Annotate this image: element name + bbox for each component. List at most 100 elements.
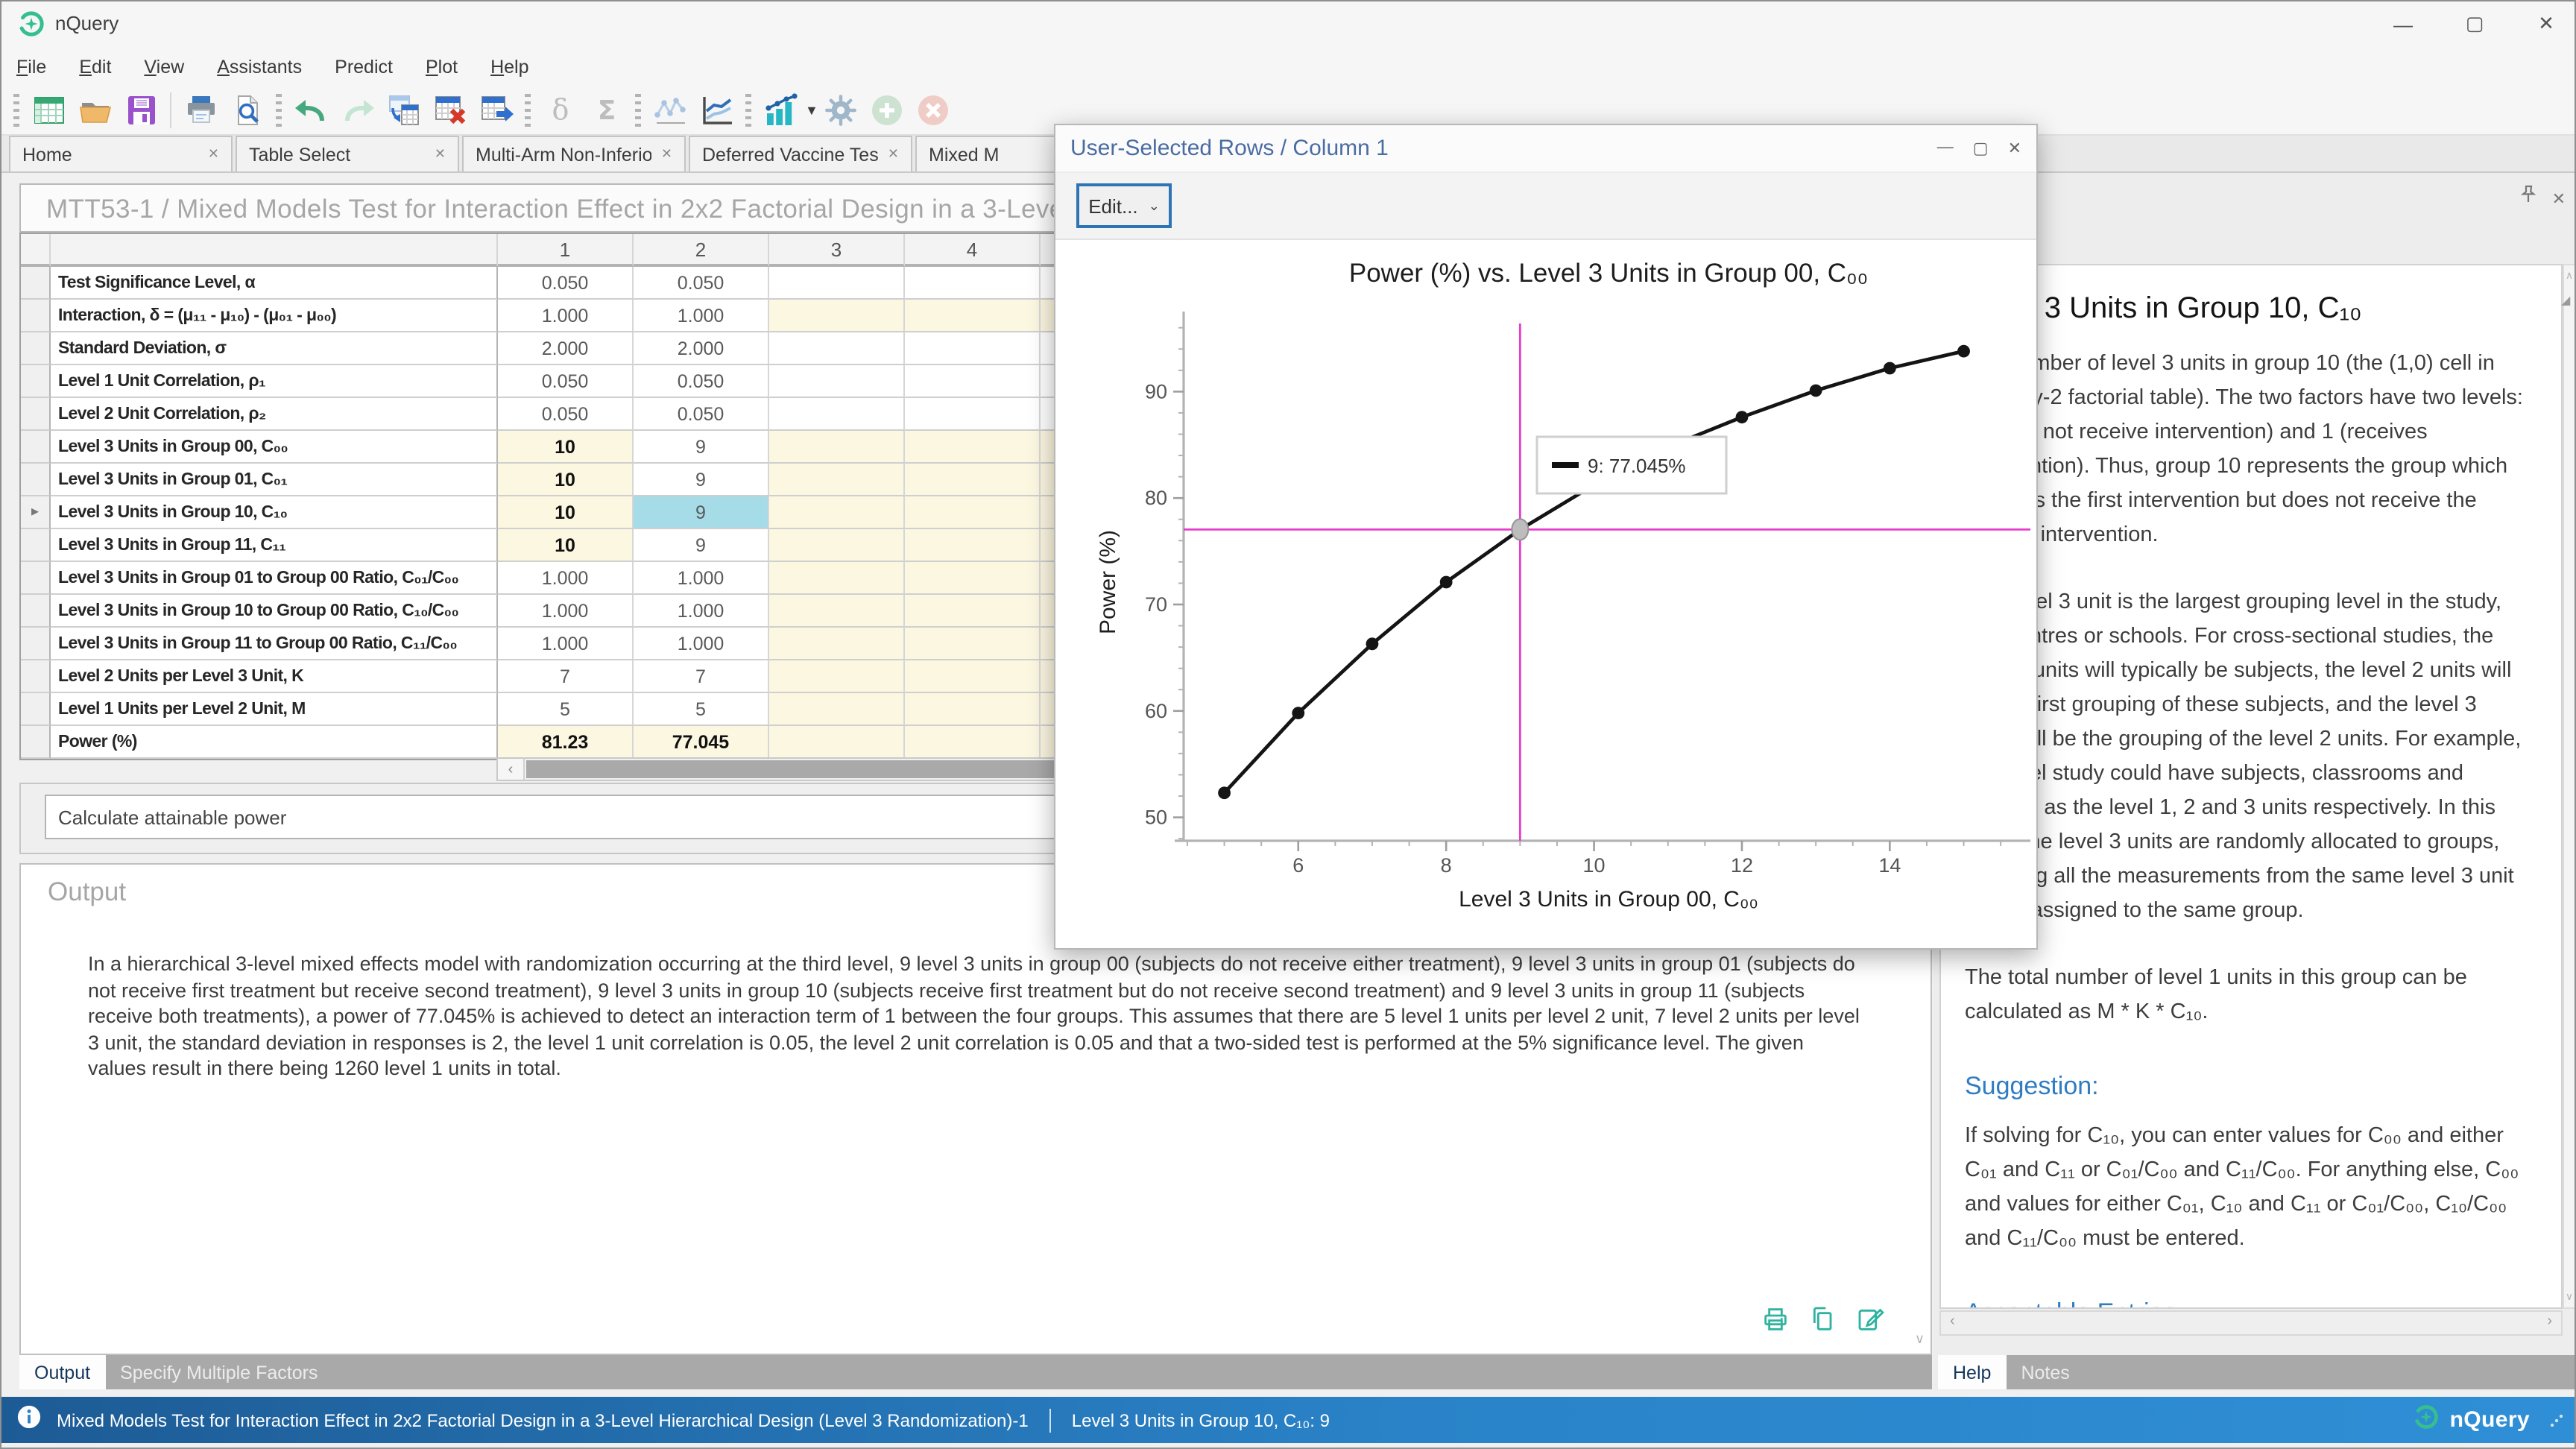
value-cell[interactable]: 0.050 — [634, 398, 769, 431]
menu-view[interactable]: View — [144, 57, 184, 78]
scroll-right-icon[interactable]: › — [2547, 1313, 2552, 1330]
row-marker[interactable] — [21, 693, 51, 726]
row-label[interactable]: Level 2 Unit Correlation, ρ₂ — [51, 398, 498, 431]
empty-cell[interactable] — [769, 726, 905, 759]
open-folder-icon[interactable] — [75, 90, 115, 130]
tab-output[interactable]: Output — [19, 1355, 105, 1389]
value-cell[interactable]: 77.045 — [634, 726, 769, 759]
copy-table-icon[interactable] — [383, 90, 423, 130]
value-cell[interactable]: 0.050 — [498, 398, 634, 431]
value-cell[interactable]: 2.000 — [498, 332, 634, 365]
help-close-icon[interactable]: ✕ — [2552, 189, 2566, 208]
edit-dropdown-button[interactable]: Edit...⌄ — [1076, 183, 1172, 228]
print-preview-icon[interactable] — [227, 90, 267, 130]
row-label[interactable]: Level 3 Units in Group 01, C₀₁ — [51, 464, 498, 496]
row-marker[interactable] — [21, 267, 51, 300]
row-label[interactable]: Level 2 Units per Level 3 Unit, K — [51, 660, 498, 693]
empty-cell[interactable] — [769, 332, 905, 365]
row-label[interactable]: Level 1 Unit Correlation, ρ₁ — [51, 365, 498, 398]
scroll-left-icon[interactable]: ‹ — [1950, 1313, 1955, 1330]
empty-cell[interactable] — [769, 300, 905, 332]
settings-gear-icon[interactable] — [821, 90, 862, 130]
print-icon[interactable] — [180, 90, 221, 130]
empty-cell[interactable] — [905, 332, 1041, 365]
remove-circle-icon[interactable] — [914, 90, 954, 130]
new-table-icon[interactable] — [28, 90, 69, 130]
tab-close-icon[interactable]: ✕ — [661, 146, 672, 162]
row-marker[interactable] — [21, 300, 51, 332]
add-circle-icon[interactable] — [868, 90, 908, 130]
value-cell[interactable]: 1.000 — [634, 595, 769, 628]
value-cell[interactable]: 7 — [498, 660, 634, 693]
empty-cell[interactable] — [905, 300, 1041, 332]
row-marker[interactable] — [21, 431, 51, 464]
value-cell[interactable]: 1.000 — [498, 628, 634, 660]
menu-assistants[interactable]: Assistants — [217, 57, 302, 78]
value-cell[interactable]: 10 — [498, 529, 634, 562]
tab-close-icon[interactable]: ✕ — [888, 146, 899, 162]
empty-cell[interactable] — [905, 660, 1041, 693]
value-cell[interactable]: 10 — [498, 496, 634, 529]
value-cell[interactable]: 7 — [634, 660, 769, 693]
print-output-icon[interactable] — [1761, 1304, 1790, 1342]
column-header[interactable]: 3 — [769, 234, 905, 267]
power-chart[interactable]: 6810121450607080909: 77.045%Power (%) vs… — [1055, 240, 2039, 951]
minimize-button[interactable]: — — [2384, 6, 2422, 42]
value-cell-selected[interactable]: 9 — [634, 496, 769, 529]
row-marker[interactable] — [21, 660, 51, 693]
toolbar-drag-handle[interactable] — [13, 94, 19, 127]
row-marker[interactable] — [21, 332, 51, 365]
value-cell[interactable]: 10 — [498, 464, 634, 496]
empty-cell[interactable] — [905, 562, 1041, 595]
empty-cell[interactable] — [769, 496, 905, 529]
scroll-up-icon[interactable]: ∧ — [2564, 270, 2575, 282]
row-label[interactable]: Level 3 Units in Group 10, C₁₀ — [51, 496, 498, 529]
row-marker[interactable] — [21, 365, 51, 398]
menu-predict[interactable]: Predict — [335, 57, 393, 78]
row-marker[interactable] — [21, 562, 51, 595]
value-cell[interactable]: 81.23 — [498, 726, 634, 759]
empty-cell[interactable] — [905, 267, 1041, 300]
row-label[interactable]: Level 1 Units per Level 2 Unit, M — [51, 693, 498, 726]
help-vertical-scrollbar[interactable]: ∧ ∨ — [2563, 264, 2576, 1309]
row-label[interactable]: Level 3 Units in Group 10 to Group 00 Ra… — [51, 595, 498, 628]
empty-cell[interactable] — [769, 431, 905, 464]
value-cell[interactable]: 1.000 — [634, 628, 769, 660]
tab-home[interactable]: Home✕ — [9, 136, 233, 171]
empty-cell[interactable] — [769, 529, 905, 562]
value-cell[interactable]: 1.000 — [498, 300, 634, 332]
value-cell[interactable]: 5 — [634, 693, 769, 726]
empty-cell[interactable] — [769, 562, 905, 595]
value-cell[interactable]: 5 — [498, 693, 634, 726]
value-cell[interactable]: 0.050 — [498, 365, 634, 398]
empty-cell[interactable] — [769, 628, 905, 660]
sigma-icon[interactable]: Σ — [586, 90, 626, 130]
copy-output-icon[interactable] — [1808, 1304, 1838, 1342]
value-cell[interactable]: 0.050 — [634, 267, 769, 300]
output-scroll-down-icon[interactable]: ∨ — [1915, 1331, 1925, 1348]
scroll-left-icon[interactable]: ‹ — [498, 759, 525, 780]
row-marker[interactable] — [21, 398, 51, 431]
dialog-maximize-icon[interactable]: ▢ — [1973, 139, 1989, 158]
row-label[interactable]: Interaction, δ = (μ₁₁ - μ₁₀) - (μ₀₁ - μ₀… — [51, 300, 498, 332]
dialog-title-bar[interactable]: User-Selected Rows / Column 1 — ▢ ✕ — [1055, 125, 2036, 171]
empty-cell[interactable] — [905, 431, 1041, 464]
row-label[interactable]: Level 3 Units in Group 11 to Group 00 Ra… — [51, 628, 498, 660]
row-label[interactable]: Test Significance Level, α — [51, 267, 498, 300]
menu-plot[interactable]: Plot — [426, 57, 458, 78]
close-button[interactable]: ✕ — [2527, 6, 2566, 42]
row-marker[interactable] — [21, 464, 51, 496]
value-cell[interactable]: 1.000 — [498, 595, 634, 628]
tab-multi-arm-non-inferio[interactable]: Multi-Arm Non-Inferio✕ — [462, 136, 686, 171]
empty-cell[interactable] — [905, 726, 1041, 759]
tab-close-icon[interactable]: ✕ — [208, 146, 219, 162]
edit-output-icon[interactable] — [1856, 1304, 1886, 1342]
empty-cell[interactable] — [769, 398, 905, 431]
row-marker[interactable] — [21, 726, 51, 759]
empty-cell[interactable] — [769, 595, 905, 628]
value-cell[interactable]: 2.000 — [634, 332, 769, 365]
empty-cell[interactable] — [769, 693, 905, 726]
resize-grip[interactable] — [2551, 1414, 2563, 1426]
tab-notes[interactable]: Notes — [2006, 1355, 2084, 1389]
value-cell[interactable]: 1.000 — [498, 562, 634, 595]
